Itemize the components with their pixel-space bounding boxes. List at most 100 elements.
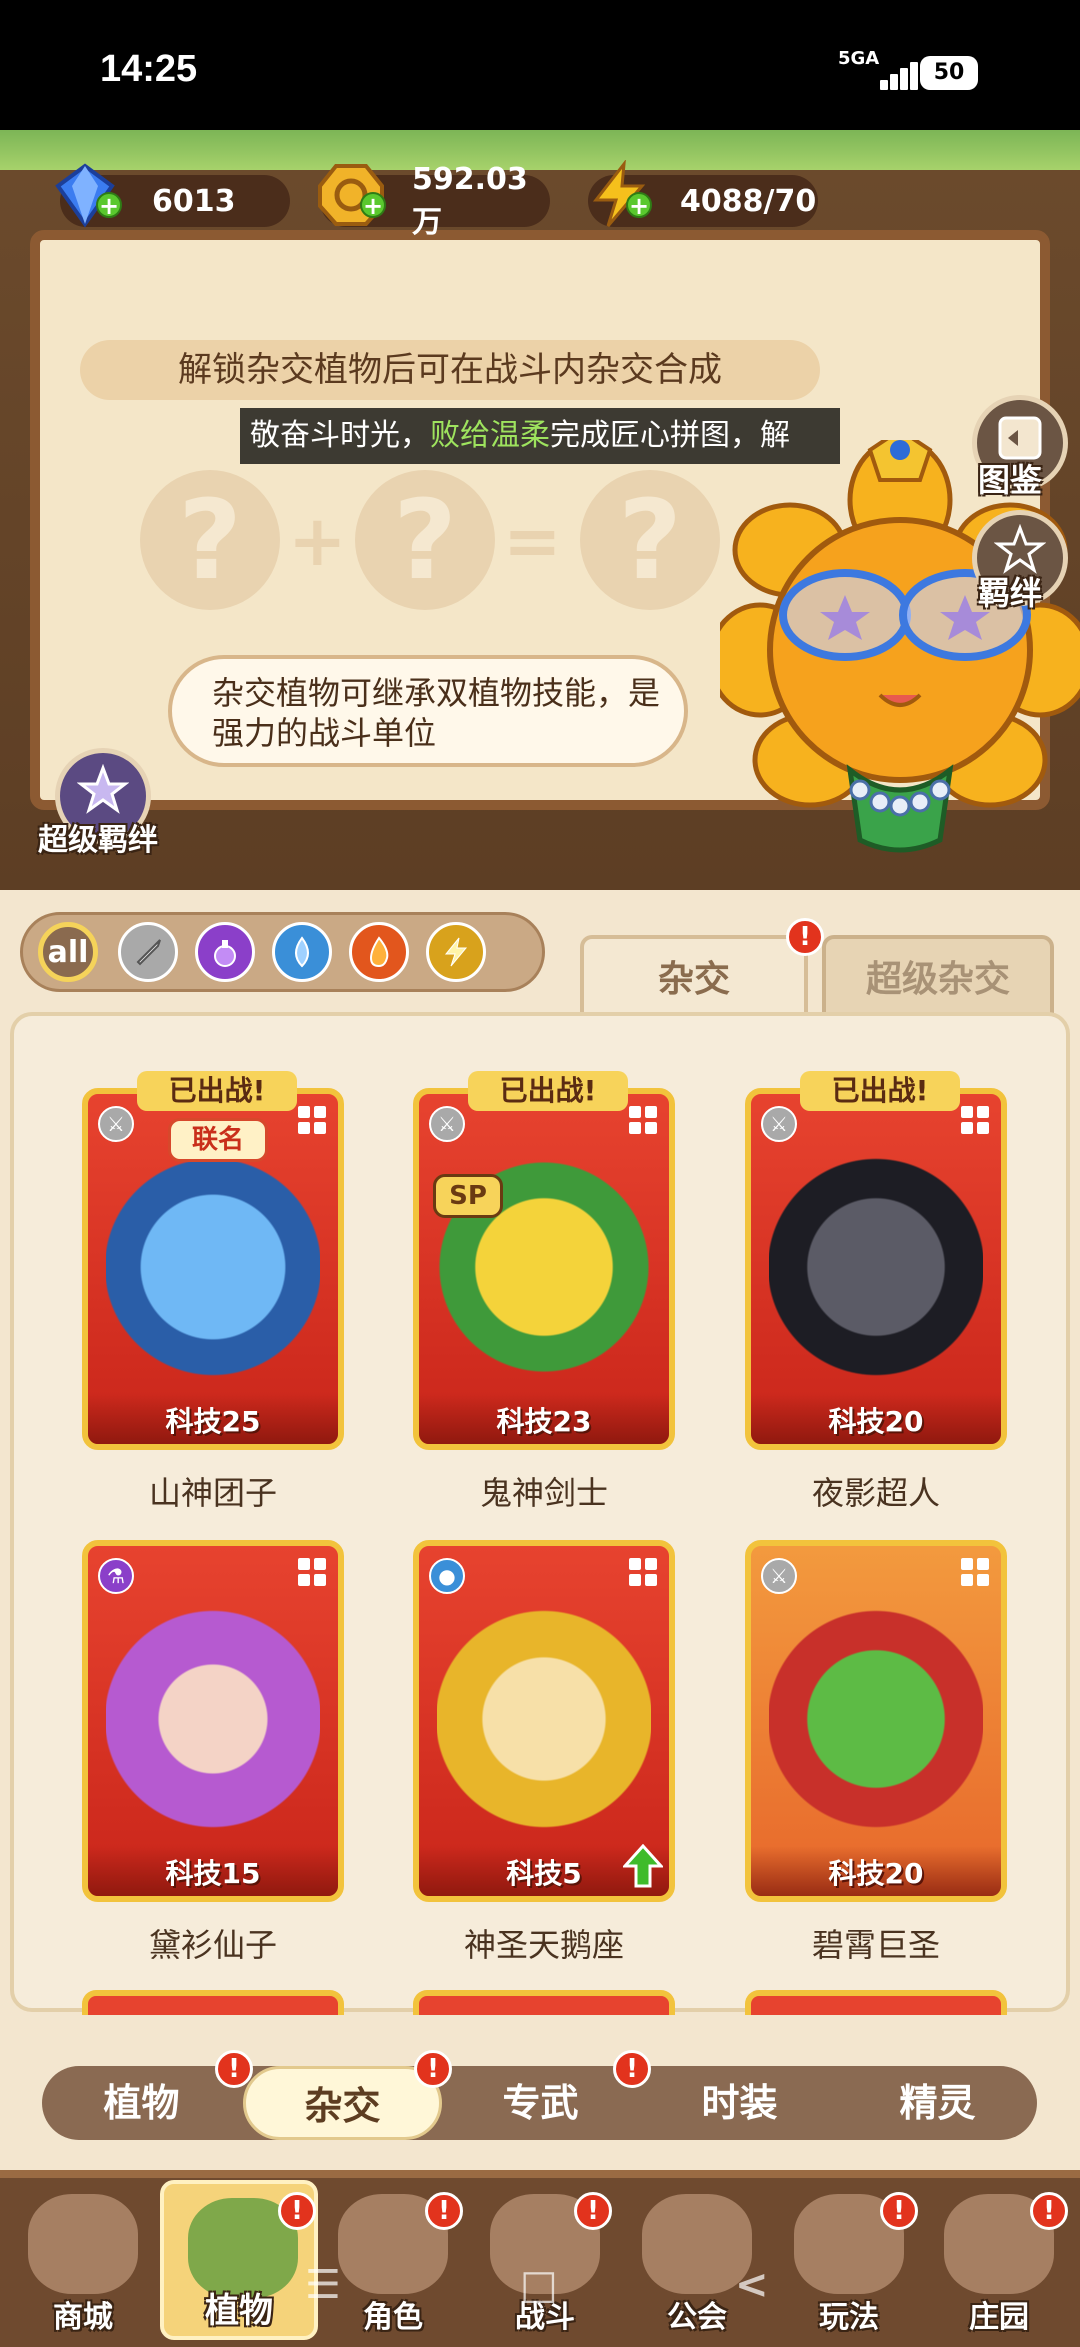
card-ghost-swordsman[interactable]: SP ⚔ 科技23	[413, 1088, 675, 1450]
nav-shop-label: 商城	[53, 2300, 113, 2335]
battery-icon: 50	[920, 56, 978, 90]
deployed-ribbon: 已出战!	[800, 1071, 960, 1111]
subtab-hybrid[interactable]: 杂交	[243, 2066, 442, 2140]
tech-level: 科技20	[751, 1394, 1001, 1444]
hybrid-slot-2: ?	[355, 470, 495, 610]
filter-water-icon[interactable]	[272, 922, 332, 982]
filter-potion-icon[interactable]	[195, 922, 255, 982]
nav-plants-label: 植物	[205, 2291, 273, 2331]
subtab-plants[interactable]: 植物	[42, 2066, 241, 2140]
nav-gameplay-badge: !	[880, 2192, 918, 2230]
card-daishan-fairy[interactable]: ⚗ 科技15	[82, 1540, 344, 1902]
menu-gesture-icon[interactable]: ☰	[305, 2262, 341, 2308]
exclusive-weapon-badge: !	[613, 2050, 651, 2088]
equals-sign: =	[503, 500, 562, 582]
collab-tag: 联名	[168, 1118, 268, 1162]
subtab-outfits[interactable]: 时装	[640, 2066, 839, 2140]
deployed-ribbon: 已出战!	[468, 1071, 628, 1111]
card-name: 鬼神剑士	[479, 1474, 608, 1512]
filter-lightning-icon[interactable]	[426, 922, 486, 982]
grid-icon	[298, 1106, 328, 1136]
grid-icon	[961, 1106, 991, 1136]
subtab-spirits[interactable]: 精灵	[838, 2066, 1037, 2140]
network-indicator: 5GA	[838, 48, 880, 69]
filter-fire-icon[interactable]	[349, 922, 409, 982]
super-bond-label: 超级羁绊	[38, 823, 158, 858]
nav-plants-badge: !	[278, 2192, 316, 2230]
nav-shop[interactable]: 商城	[4, 2180, 162, 2340]
subtab-exclusive-weapon[interactable]: 专武	[441, 2066, 640, 2140]
card-name: 碧霄巨圣	[811, 1926, 940, 1964]
ticker-highlight: 败给温柔	[430, 418, 550, 453]
bond-label: 羁绊	[978, 574, 1043, 612]
card-peek[interactable]	[745, 1990, 1007, 2015]
grid-icon	[629, 1558, 659, 1588]
grid-icon	[298, 1558, 328, 1588]
shop-icon	[28, 2194, 138, 2294]
sword-icon: ⚔	[98, 1106, 134, 1142]
nav-manor-badge: !	[1030, 2192, 1068, 2230]
sp-tag: SP	[433, 1174, 503, 1218]
card-peek[interactable]	[413, 1990, 675, 2015]
card-holy-cygnus[interactable]: ● 科技5	[413, 1540, 675, 1902]
tech-level: 科技23	[419, 1394, 669, 1444]
sword-icon: ⚔	[761, 1106, 797, 1142]
nav-manor-label: 庄园	[969, 2300, 1029, 2335]
filter-sword-icon[interactable]	[118, 922, 178, 982]
add-energy-icon[interactable]: +	[626, 192, 652, 218]
tab-hybrid-badge: !	[786, 918, 824, 956]
unlock-hint: 解锁杂交植物后可在战斗内杂交合成	[80, 340, 820, 400]
speech-bubble: 杂交植物可继承双植物技能，是强力的战斗单位	[168, 655, 688, 767]
filter-all[interactable]: all	[38, 922, 98, 982]
water-icon: ●	[429, 1558, 465, 1594]
coin-count: 592.03万	[412, 161, 528, 240]
sword-icon: ⚔	[429, 1106, 465, 1142]
status-bar: 14:25 5GA 50	[0, 0, 1080, 130]
plus-sign: +	[288, 500, 347, 582]
card-art	[769, 1124, 983, 1384]
nav-character-badge: !	[425, 2192, 463, 2230]
screen: 14:25 5GA 50 6013 + 592.03万 + 4088/70 + …	[0, 0, 1080, 2347]
deployed-ribbon: 已出战!	[137, 1071, 297, 1111]
card-mountain-dango[interactable]: 联名 ⚔ 科技25	[82, 1088, 344, 1450]
card-art	[106, 1576, 320, 1836]
star-badge-icon	[77, 764, 129, 814]
add-gems-icon[interactable]: +	[96, 192, 122, 218]
card-name: 山神团子	[148, 1474, 277, 1512]
energy-count: 4088/70	[680, 183, 817, 219]
nav-battle-badge: !	[574, 2192, 612, 2230]
home-gesture-icon[interactable]: □	[520, 2262, 558, 2308]
hybrid-badge: !	[414, 2050, 452, 2088]
card-art	[769, 1576, 983, 1836]
tech-level: 科技25	[88, 1394, 338, 1444]
card-night-shadow[interactable]: ⚔ 科技20	[745, 1088, 1007, 1450]
tech-level: 科技20	[751, 1846, 1001, 1896]
ticker-text-a: 敬奋斗时光，	[250, 418, 430, 453]
card-name: 黛衫仙子	[148, 1926, 277, 1964]
card-bixiao-giant[interactable]: ⚔ 科技20	[745, 1540, 1007, 1902]
add-coins-icon[interactable]: +	[360, 192, 386, 218]
card-name: 夜影超人	[811, 1474, 940, 1512]
potion-icon: ⚗	[98, 1558, 134, 1594]
hybrid-result-slot: ?	[580, 470, 720, 610]
card-art	[437, 1576, 651, 1836]
tech-level: 科技15	[88, 1846, 338, 1896]
hybrid-slot-1: ?	[140, 470, 280, 610]
sword-icon: ⚔	[761, 1558, 797, 1594]
guide-label: 图鉴	[978, 461, 1043, 499]
grid-icon	[629, 1106, 659, 1136]
clock: 14:25	[100, 48, 198, 90]
card-name: 神圣天鹅座	[463, 1926, 624, 1964]
tab-super-hybrid[interactable]: 超级杂交	[822, 935, 1054, 1017]
plants-badge: !	[215, 2050, 253, 2088]
grid-icon	[961, 1558, 991, 1588]
upgrade-arrow-icon	[623, 1844, 663, 1888]
nav-guild[interactable]: 公会	[618, 2180, 776, 2340]
card-peek[interactable]	[82, 1990, 344, 2015]
card-art	[106, 1124, 320, 1384]
back-gesture-icon[interactable]: <	[735, 2262, 769, 2308]
tab-hybrid[interactable]: 杂交	[580, 935, 808, 1017]
sunflower-character	[720, 440, 1080, 853]
card-art	[437, 1124, 651, 1384]
gem-count: 6013	[152, 183, 236, 219]
